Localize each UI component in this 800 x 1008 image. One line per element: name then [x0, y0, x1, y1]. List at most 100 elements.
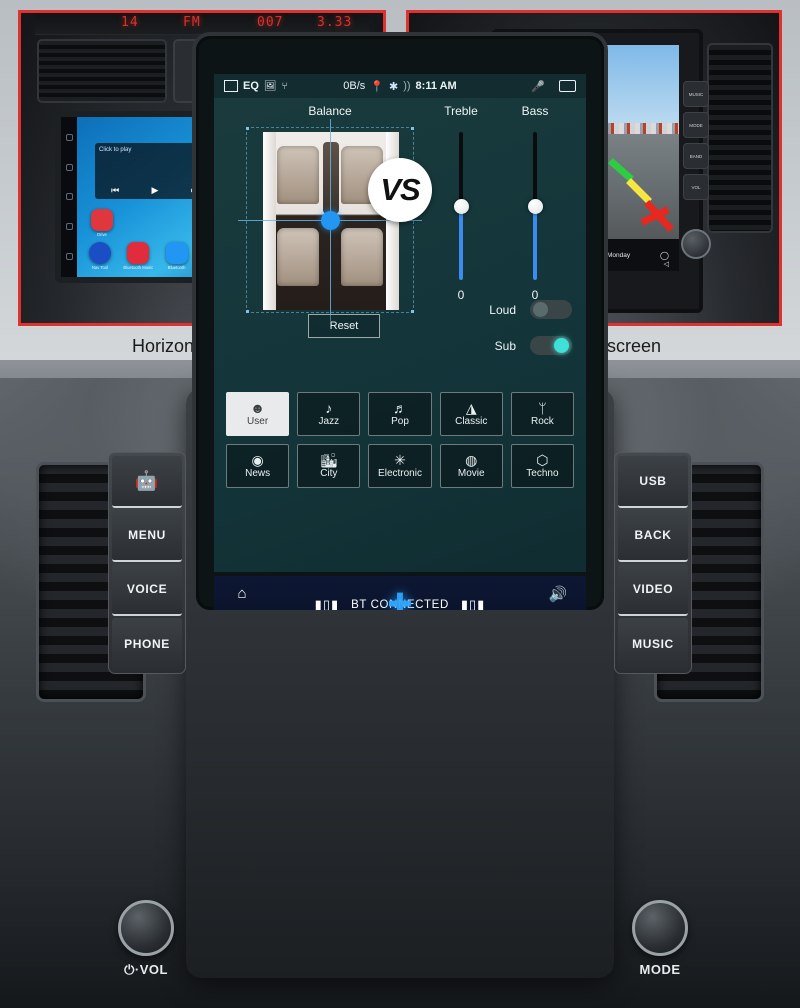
- rail-icon[interactable]: [65, 134, 73, 142]
- eq-preset-label: City: [320, 468, 338, 479]
- voice-button[interactable]: VOICE: [112, 564, 182, 616]
- video-button[interactable]: VIDEO: [618, 564, 688, 616]
- status-right-group: 🎤: [531, 80, 576, 93]
- usb-button[interactable]: USB: [618, 456, 688, 508]
- app-bt-music[interactable]: Bluetooth Music: [123, 242, 153, 270]
- eq-preset-rock[interactable]: ᛘ Rock: [510, 392, 575, 436]
- app-bluetooth[interactable]: Bluetooth: [162, 242, 192, 270]
- signal-bars-icon: ▮▯▮: [460, 597, 486, 610]
- unit-button[interactable]: MODE: [683, 112, 709, 138]
- status-center-group: 0B/s 📍 ✱ )) 8:11 AM: [343, 80, 456, 93]
- power-icon: ⏻: [124, 962, 135, 977]
- unit-knob-right[interactable]: [681, 229, 711, 259]
- news-icon: ◉: [251, 452, 264, 468]
- status-left-group: EQ 🖼 ⑂: [224, 80, 288, 92]
- radio-extra: 14: [121, 15, 139, 30]
- treble-slider: Treble 0: [424, 104, 498, 302]
- eq-preset-techno[interactable]: ⬡ Techno: [510, 444, 575, 488]
- mode-knob-label: MODE: [639, 962, 681, 977]
- guitar-icon: ᛘ: [538, 400, 547, 416]
- eq-preset-electronic[interactable]: ✳ Electronic: [368, 444, 432, 488]
- unit-button[interactable]: BAND: [683, 143, 709, 169]
- left-arrow-icon[interactable]: ◁: [664, 260, 669, 268]
- loud-toggle[interactable]: [530, 300, 572, 319]
- android-button[interactable]: 🤖: [112, 456, 182, 508]
- city-icon: 🏙: [319, 452, 338, 468]
- play-icon[interactable]: ▶: [152, 185, 159, 196]
- eq-label[interactable]: EQ: [243, 80, 259, 92]
- treble-track[interactable]: [453, 132, 469, 280]
- music-note-icon: [127, 242, 150, 264]
- volume-up-icon[interactable]: 🔊: [549, 585, 568, 603]
- status-time: 8:11 AM: [415, 80, 457, 92]
- bottom-volume-controls: 🔊 🔉: [530, 585, 586, 611]
- previous-icon[interactable]: ⏮: [111, 185, 119, 196]
- corner-marker: [411, 310, 414, 313]
- air-vent-right: [707, 43, 773, 233]
- eq-preset-movie[interactable]: ◍ Movie: [439, 444, 503, 488]
- mode-knob[interactable]: [632, 900, 688, 956]
- app-nav[interactable]: Nav Tool: [85, 242, 115, 270]
- car-pillar-left: [263, 132, 276, 310]
- eq-preset-row-2: ◉ News 🏙 City ✳ Electronic ◍ Movie ⬡ Tec…: [226, 444, 575, 488]
- loud-row: Loud: [424, 300, 572, 319]
- player-hint: Click to play: [99, 147, 132, 153]
- metronome-icon: ◮: [465, 400, 477, 416]
- rail-icon[interactable]: [65, 193, 73, 201]
- sub-toggle[interactable]: [530, 336, 572, 355]
- treble-knob[interactable]: [453, 198, 469, 214]
- eq-preset-row-1: ☻ User ♪ Jazz ♬ Pop ◮ Classic ᛘ Rock: [226, 392, 575, 436]
- bass-knob[interactable]: [527, 198, 543, 214]
- location-icon: 📍: [370, 80, 384, 93]
- data-rate: 0B/s: [343, 80, 366, 92]
- split-screen-icon[interactable]: [224, 80, 238, 92]
- eq-preset-pop[interactable]: ♬ Pop: [368, 392, 432, 436]
- usb-icon: ⑂: [281, 80, 288, 92]
- unit-button[interactable]: MUSIC: [683, 81, 709, 107]
- app-label: Bluetooth Music: [123, 265, 154, 270]
- rail-icon[interactable]: [65, 252, 73, 260]
- toggle-thumb: [533, 302, 548, 317]
- corner-marker: [411, 127, 414, 130]
- screen-side-rail: [61, 117, 77, 277]
- phone-button[interactable]: PHONE: [112, 618, 182, 670]
- back-button[interactable]: BACK: [618, 510, 688, 562]
- eq-preset-label: Electronic: [378, 468, 422, 479]
- reset-button[interactable]: Reset: [308, 314, 380, 338]
- circle-icon[interactable]: ◯: [660, 251, 669, 260]
- eq-preset-label: Rock: [531, 416, 554, 427]
- balance-crosshair-icon[interactable]: [320, 210, 340, 230]
- eq-preset-label: News: [245, 468, 271, 479]
- radio-display-strip: 14 FM 007 3.33: [35, 13, 369, 35]
- eq-preset-jazz[interactable]: ♪ Jazz: [297, 392, 361, 436]
- picture-icon[interactable]: 🖼: [264, 81, 277, 92]
- unit-button[interactable]: VOL: [683, 174, 709, 200]
- eq-preset-city[interactable]: 🏙 City: [297, 444, 361, 488]
- microphone-icon[interactable]: 🎤: [531, 80, 545, 93]
- volume-knob[interactable]: [118, 900, 174, 956]
- back-arrow-icon[interactable]: ↰: [236, 608, 249, 611]
- bottom-nav-left: ⌂ ↰: [214, 585, 270, 611]
- seat-front-left: [277, 146, 319, 204]
- bt-status-group: ▮▯▮ BT CONNECTED ▮▯▮ ✚: [270, 589, 530, 611]
- eq-preset-news[interactable]: ◉ News: [226, 444, 290, 488]
- eq-preset-user[interactable]: ☻ User: [226, 392, 290, 436]
- eq-preset-label: Techno: [526, 468, 559, 479]
- radio-frequency: 3.33: [317, 15, 353, 30]
- music-button[interactable]: MUSIC: [618, 618, 688, 670]
- rail-icon[interactable]: [65, 223, 73, 231]
- eq-preset-label: User: [247, 416, 269, 427]
- volume-knob-text: VOL: [139, 962, 168, 977]
- home-icon[interactable]: ⌂: [237, 585, 246, 602]
- eq-preset-label: Jazz: [318, 416, 340, 427]
- eq-preset-label: Pop: [391, 416, 409, 427]
- bass-track[interactable]: [527, 132, 543, 280]
- bluetooth-icon: ✚: [387, 588, 413, 611]
- eq-preset-classic[interactable]: ◮ Classic: [439, 392, 503, 436]
- rail-icon[interactable]: [65, 163, 73, 171]
- app-drive[interactable]: Drive: [87, 209, 117, 237]
- menu-button[interactable]: MENU: [112, 510, 182, 562]
- volume-down-icon[interactable]: 🔉: [549, 608, 568, 611]
- seat-rear-left: [277, 228, 319, 286]
- recent-apps-icon[interactable]: [559, 80, 576, 92]
